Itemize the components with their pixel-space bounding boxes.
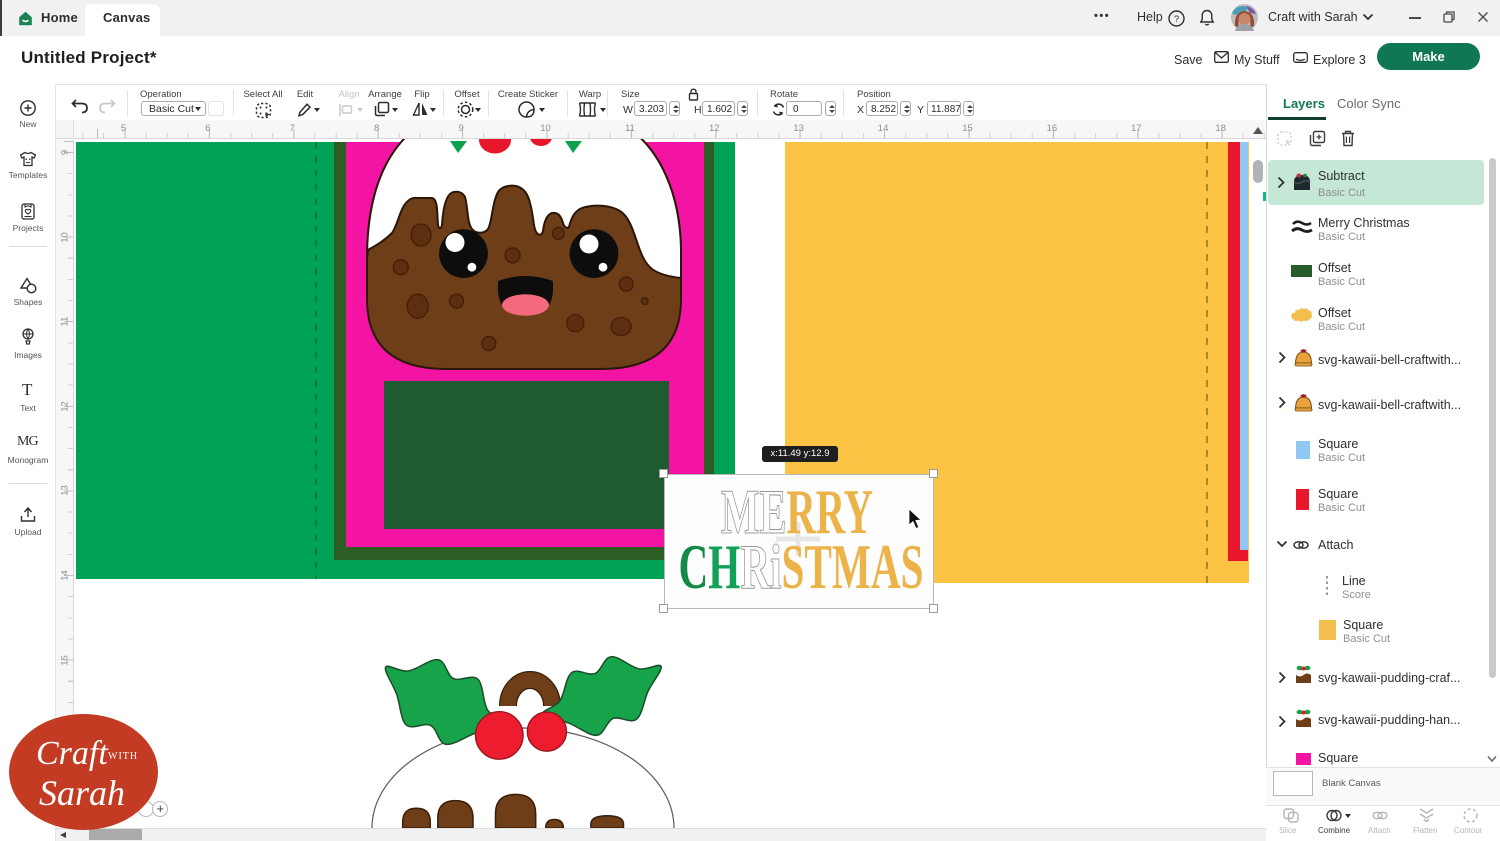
svg-text:CHRiSTMAS: CHRiSTMAS xyxy=(679,531,924,602)
svg-text:?: ? xyxy=(1174,14,1179,25)
